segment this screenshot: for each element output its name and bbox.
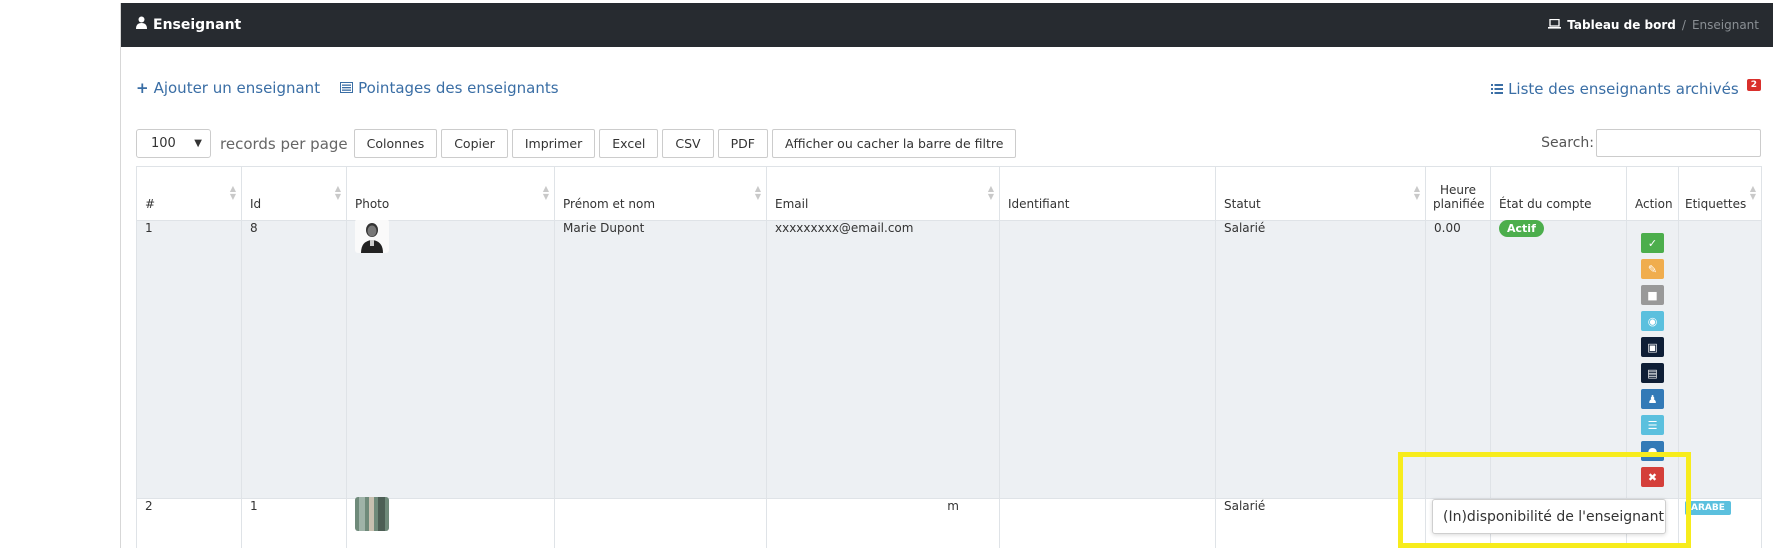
col-header-identifiant[interactable]: Identifiant xyxy=(999,166,1216,221)
cell-number: 1 xyxy=(136,220,242,499)
columns-button[interactable]: Colonnes xyxy=(353,129,438,158)
avatar xyxy=(355,497,389,531)
col-header-labels[interactable]: Etiquettes ▲ ▼ xyxy=(1678,166,1762,221)
add-teacher-link[interactable]: + Ajouter un enseignant xyxy=(136,79,320,97)
search-input[interactable] xyxy=(1596,129,1761,157)
list-icon: ☰ xyxy=(1647,418,1658,432)
availability-button[interactable]: ✖ xyxy=(1641,467,1664,487)
col-header-account-state[interactable]: État du compte xyxy=(1490,166,1627,221)
status-badge: Actif xyxy=(1499,220,1544,237)
cell-name: Marie Dupont xyxy=(554,220,767,499)
col-header-id[interactable]: Id ▲ ▼ xyxy=(241,166,347,221)
toggle-filter-bar-button[interactable]: Afficher ou cacher la barre de filtre xyxy=(771,129,1017,158)
cell-identifiant xyxy=(999,498,1216,548)
clock-icon: ● xyxy=(1647,444,1658,458)
edit-icon: ✎ xyxy=(1647,262,1658,276)
print-button[interactable]: Imprimer xyxy=(511,129,596,158)
page-size-select[interactable]: 100 ▼ xyxy=(136,129,211,158)
cell-identifiant xyxy=(999,220,1216,499)
tooltip-text: (In)disponibilité de l'enseignant xyxy=(1443,508,1664,525)
cell-status: Salarié xyxy=(1215,220,1426,499)
plus-icon: + xyxy=(136,79,149,97)
cell-labels xyxy=(1678,220,1762,499)
col-header-status[interactable]: Statut ▲ ▼ xyxy=(1215,166,1426,221)
col-header-photo[interactable]: Photo ▲ ▼ xyxy=(346,166,555,221)
sort-icon: ▲ ▼ xyxy=(229,184,236,201)
id-card-icon: ▤ xyxy=(1647,366,1658,380)
sort-icon: ▲ ▼ xyxy=(1749,184,1756,201)
sort-icon: ▲ ▼ xyxy=(754,184,761,201)
col-header-name[interactable]: Prénom et nom ▲ ▼ xyxy=(554,166,767,221)
chevron-down-icon: ▼ xyxy=(194,138,202,149)
teacher-attendance-label: Pointages des enseignants xyxy=(358,79,559,97)
page-size-value: 100 xyxy=(151,136,176,151)
search-container: Search: xyxy=(1541,129,1761,157)
user-icon: ♟ xyxy=(1647,392,1658,406)
sort-icon: ▲ ▼ xyxy=(1413,184,1420,201)
cell-email: xxxxxxxxx@email.com xyxy=(766,220,1000,499)
archive-button[interactable]: ■ xyxy=(1641,285,1664,305)
records-per-page-label: records per page xyxy=(220,134,348,153)
sort-icon: ▲ ▼ xyxy=(334,184,341,201)
breadcrumb-separator: / xyxy=(1681,18,1686,32)
teacher-attendance-link[interactable]: Pointages des enseignants xyxy=(340,79,559,97)
label-tag: ARABE xyxy=(1685,501,1731,515)
cell-email: m xyxy=(766,498,1000,548)
top-actions: + Ajouter un enseignant Pointages des en… xyxy=(136,79,559,97)
search-label: Search: xyxy=(1541,135,1594,151)
teachers-table: # ▲ ▼ Id ▲ ▼ Photo ▲ ▼ Prénom et nom ▲ ▼ Email ▲ ▼… xyxy=(136,166,1762,548)
page-title: Enseignant xyxy=(136,16,241,33)
breadcrumb-current: Enseignant xyxy=(1691,18,1759,32)
briefcase-button[interactable]: ▣ xyxy=(1641,337,1664,357)
validate-button[interactable]: ✓ xyxy=(1641,233,1664,253)
calendar-times-icon: ✖ xyxy=(1647,470,1658,484)
user-profile-button[interactable]: ♟ xyxy=(1641,389,1664,409)
breadcrumb-dashboard-link[interactable]: Tableau de bord xyxy=(1567,18,1676,32)
edit-button[interactable]: ✎ xyxy=(1641,259,1664,279)
sort-icon: ▲ ▼ xyxy=(542,184,549,201)
excel-button[interactable]: Excel xyxy=(599,129,659,158)
user-icon xyxy=(136,16,147,33)
check-square-icon: ✓ xyxy=(1647,236,1658,250)
cell-status: Salarié xyxy=(1215,498,1426,548)
list-alt-icon xyxy=(340,79,354,97)
avatar xyxy=(355,219,389,253)
panel-header: Enseignant Tableau de bord / Enseignant xyxy=(121,3,1773,47)
list-button[interactable]: ☰ xyxy=(1641,415,1664,435)
archived-teachers-link[interactable]: Liste des enseignants archivés xyxy=(1491,80,1739,98)
teacher-panel: Enseignant Tableau de bord / Enseignant … xyxy=(120,3,1773,548)
archived-count-badge: 2 xyxy=(1746,79,1761,91)
id-card-button[interactable]: ▤ xyxy=(1641,363,1664,383)
laptop-icon xyxy=(1548,18,1562,32)
archived-teachers-container: Liste des enseignants archivés 2 xyxy=(1491,79,1761,98)
pdf-button[interactable]: PDF xyxy=(717,129,768,158)
add-teacher-label: Ajouter un enseignant xyxy=(153,79,321,97)
cell-id: 8 xyxy=(241,220,347,499)
availability-tooltip: (In)disponibilité de l'enseignant xyxy=(1432,499,1666,534)
table-header-row: # ▲ ▼ Id ▲ ▼ Photo ▲ ▼ Prénom et nom ▲ ▼ Email ▲ ▼… xyxy=(136,166,1762,221)
briefcase-icon: ▣ xyxy=(1647,340,1658,354)
page-title-text: Enseignant xyxy=(153,16,242,33)
action-buttons: ✓ ✎ ■ ◉ ▣ ▤ ♟ ☰ ● ✖ xyxy=(1627,233,1678,487)
archived-teachers-label: Liste des enseignants archivés xyxy=(1508,80,1739,98)
breadcrumb: Tableau de bord / Enseignant xyxy=(1548,18,1759,32)
clock-button[interactable]: ● xyxy=(1641,441,1664,461)
cell-number: 2 xyxy=(136,498,242,548)
csv-button[interactable]: CSV xyxy=(662,129,714,158)
col-header-number[interactable]: # ▲ ▼ xyxy=(136,166,242,221)
cell-name xyxy=(554,498,767,548)
copy-button[interactable]: Copier xyxy=(441,129,508,158)
eye-icon: ◉ xyxy=(1647,314,1658,328)
sort-icon: ▲ ▼ xyxy=(987,184,994,201)
col-header-planned-hours[interactable]: Heure planifiée xyxy=(1425,166,1491,221)
list-icon xyxy=(1491,80,1504,98)
archive-icon: ■ xyxy=(1647,288,1658,302)
cell-planned-hours: 0.00 xyxy=(1425,220,1491,499)
table-controls: 100 ▼ records per page Colonnes Copier I… xyxy=(136,129,1017,158)
col-header-action: Action xyxy=(1626,166,1679,221)
col-header-email[interactable]: Email ▲ ▼ xyxy=(766,166,1000,221)
cell-id: 1 xyxy=(241,498,347,548)
view-button[interactable]: ◉ xyxy=(1641,311,1664,331)
table-row: 1 8 Marie Dupont xxxxxxxxx@email.com Sal… xyxy=(136,219,1762,499)
